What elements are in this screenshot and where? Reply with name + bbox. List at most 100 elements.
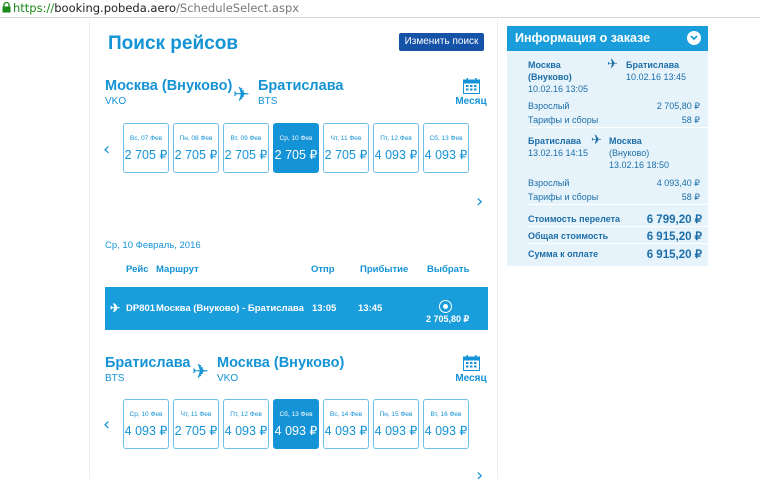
day-tile-price: 2 705 ₽ <box>274 148 318 162</box>
leg2-fees-price: 58 ₽ <box>681 192 700 202</box>
outbound-prev-chevron-left-icon[interactable]: ‹ <box>103 139 110 160</box>
day-tile[interactable]: Пн, 08 Фев 2 705 ₽ <box>173 123 219 173</box>
lock-icon <box>2 2 11 13</box>
column-header-departure: Отпр <box>311 264 335 275</box>
return-month-button[interactable]: Месяц <box>451 355 491 384</box>
column-header-arrival: Прибытие <box>360 264 409 275</box>
plane-icon: ✈ <box>233 84 250 106</box>
day-tile[interactable]: Пт, 12 Фев 4 093 ₽ <box>373 123 419 173</box>
day-tile-price: 4 093 ₽ <box>424 148 468 162</box>
divider <box>527 127 708 128</box>
order-info-header[interactable]: Информация о заказе <box>507 26 708 51</box>
calendar-icon <box>462 78 480 94</box>
content-border-right <box>497 19 498 479</box>
divider <box>527 204 708 205</box>
day-tile-price: 2 705 ₽ <box>124 148 168 162</box>
outbound-from-city: Москва (Внуково) <box>105 78 233 94</box>
flight-cost-label: Стоимость перелета <box>528 214 621 224</box>
leg2-to-city: Москва <box>609 136 642 146</box>
url-scheme: https:// <box>13 1 55 15</box>
day-tile-price: 4 093 ₽ <box>274 424 318 438</box>
day-tile[interactable]: Чт, 11 Фев 2 705 ₽ <box>173 399 219 449</box>
change-search-button[interactable]: Изменить поиск <box>399 33 484 51</box>
day-tile[interactable]: Сб, 13 Фев 4 093 ₽ <box>423 123 469 173</box>
outbound-month-button[interactable]: Месяц <box>451 78 491 107</box>
leg2-to-datetime: 13.02.16 18:50 <box>609 160 670 170</box>
day-tile-date: Вт, 16 Фев <box>430 411 462 418</box>
return-from-code: BTS <box>105 373 125 384</box>
flight-departure: 13:05 <box>312 303 337 314</box>
flight-select-radio-icon[interactable] <box>440 301 451 312</box>
day-tile-date: Чт, 11 Фев <box>330 135 362 142</box>
day-tile[interactable]: Пт, 12 Фев 4 093 ₽ <box>223 399 269 449</box>
day-tile-date: Пн, 15 Фев <box>379 411 413 418</box>
url-path: /ScheduleSelect.aspx <box>176 1 300 15</box>
day-tile-date: Ср, 10 Фев <box>279 135 313 142</box>
day-tile-price: 4 093 ₽ <box>324 424 368 438</box>
leg1-from-city: Москва <box>528 60 561 70</box>
flight-row[interactable]: ✈ DP801 Москва (Внуково) - Братислава 13… <box>105 287 488 330</box>
return-from-city: Братислава <box>105 355 191 371</box>
divider <box>527 226 708 227</box>
total-value: 6 915,20 ₽ <box>646 231 702 243</box>
flight-route: Москва (Внуково) - Братислава <box>156 303 304 314</box>
flight-cost-value: 6 799,20 ₽ <box>646 214 702 226</box>
return-prev-chevron-left-icon[interactable]: ‹ <box>103 414 110 435</box>
leg2-to-city-airport: (Внуково) <box>609 148 650 158</box>
leg1-adult-label: Взрослый <box>528 101 570 111</box>
leg1-from-city-airport: (Внуково) <box>528 72 572 82</box>
day-tile[interactable]: Вт, 09 Фев 2 705 ₽ <box>223 123 269 173</box>
day-tile-price: 2 705 ₽ <box>174 148 218 162</box>
day-tile-date: Вс, 14 Фев <box>329 411 363 418</box>
plane-icon: ✈ <box>192 361 209 383</box>
leg2-from-city: Братислава <box>528 136 582 146</box>
url-host: booking.pobeda.aero <box>54 1 177 15</box>
day-tile-date: Пт, 12 Фев <box>230 411 262 418</box>
leg1-to-city: Братислава <box>626 60 680 70</box>
day-tile[interactable]: Ср, 10 Фев 4 093 ₽ <box>123 399 169 449</box>
outbound-month-label: Месяц <box>455 96 487 107</box>
selected-date-text: Ср, 10 Февраль, 2016 <box>105 240 201 251</box>
day-tile-price: 4 093 ₽ <box>224 424 268 438</box>
order-info-title: Информация о заказе <box>515 31 651 45</box>
leg1-from-datetime: 10.02.16 13:05 <box>528 84 589 94</box>
day-tile-price: 4 093 ₽ <box>374 148 418 162</box>
page-title: Поиск рейсов <box>108 33 239 54</box>
leg1-fees-label: Тарифы и сборы <box>528 115 599 125</box>
pay-label: Сумма к оплате <box>528 249 599 259</box>
column-header-select: Выбрать <box>427 264 470 275</box>
outbound-to-code: BTS <box>258 96 278 107</box>
leg1-to-datetime: 10.02.16 13:45 <box>626 72 687 82</box>
day-tile-price: 2 705 ₽ <box>324 148 368 162</box>
outbound-to-city: Братислава <box>258 78 344 94</box>
day-tile[interactable]: Пн, 15 Фев 4 093 ₽ <box>373 399 419 449</box>
return-next-chevron-right-icon[interactable]: › <box>476 465 483 479</box>
day-tile-price: 2 705 ₽ <box>174 424 218 438</box>
divider <box>527 243 708 244</box>
day-tile-date: Вт, 09 Фев <box>230 135 262 142</box>
plane-icon: ✈ <box>591 132 602 147</box>
return-to-city: Москва (Внуково) <box>217 355 345 371</box>
content-border-left <box>89 19 90 479</box>
day-tile[interactable]: Чт, 11 Фев 2 705 ₽ <box>323 123 369 173</box>
address-bar[interactable]: https://booking.pobeda.aero/ScheduleSele… <box>0 0 760 18</box>
flight-number: DP801 <box>126 303 156 314</box>
day-tile[interactable]: Ср, 10 Фев 2 705 ₽ <box>273 123 319 173</box>
day-tile[interactable]: Сб, 13 Фев 4 093 ₽ <box>273 399 319 449</box>
day-tile[interactable]: Вс, 07 Фев 2 705 ₽ <box>123 123 169 173</box>
day-tile[interactable]: Вс, 14 Фев 4 093 ₽ <box>323 399 369 449</box>
calendar-icon <box>462 355 480 371</box>
return-to-code: VKO <box>217 373 239 384</box>
day-tile-date: Сб, 13 Фев <box>279 411 313 418</box>
day-tile-date: Вс, 07 Фев <box>129 135 163 142</box>
chevron-down-icon[interactable] <box>687 31 701 45</box>
outbound-next-chevron-right-icon[interactable]: › <box>476 191 483 212</box>
column-header-route: Маршрут <box>156 264 199 275</box>
day-tile[interactable]: Вт, 16 Фев 4 093 ₽ <box>423 399 469 449</box>
leg1-adult-price: 2 705,80 ₽ <box>656 101 700 111</box>
leg2-from-datetime: 13.02.16 14:15 <box>528 148 589 158</box>
leg2-adult-label: Взрослый <box>528 178 570 188</box>
flight-arrival: 13:45 <box>358 303 383 314</box>
total-label: Общая стоимость <box>528 231 609 241</box>
order-info-panel: Информация о заказе Москва (Внуково) 10.… <box>507 26 708 266</box>
